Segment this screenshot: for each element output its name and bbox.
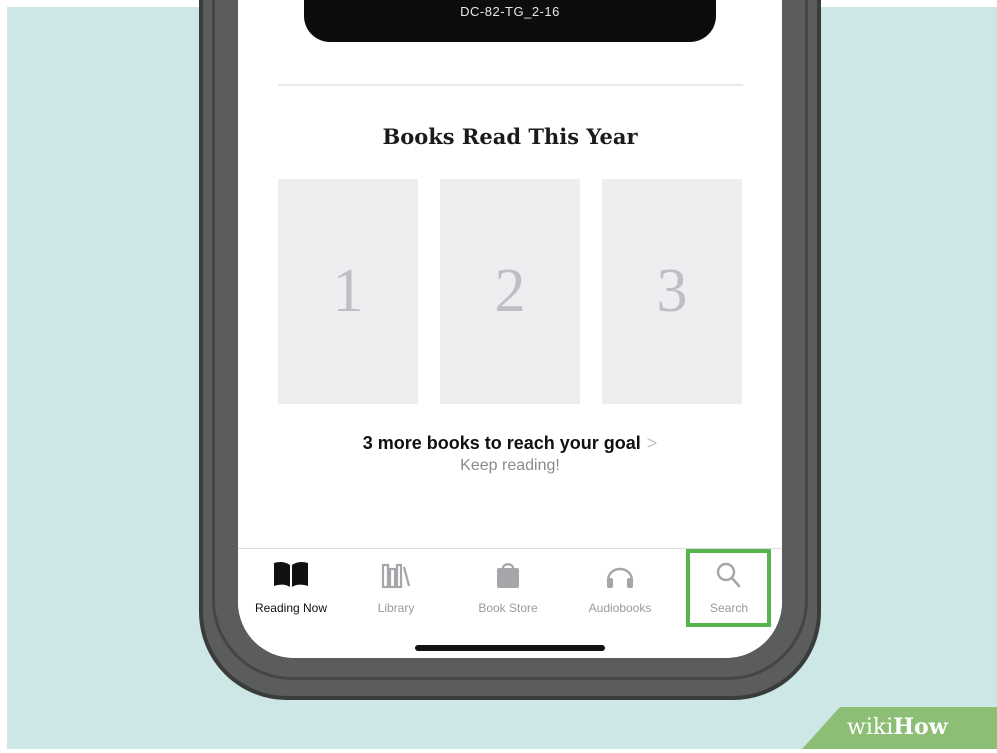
book-slot-3[interactable]: 3 [602,179,742,404]
goal-link[interactable]: 3 more books to reach your goal > [238,433,782,454]
wikihow-watermark: wikiHow [802,707,997,749]
search-tab-highlight [686,549,771,627]
book-slot-number: 1 [332,257,364,325]
tab-label: Audiobooks [588,601,652,615]
shopping-bag-icon [490,559,526,596]
phone-screen: DC-82-TG_2-16 Books Read This Year 1 2 3… [238,0,782,658]
tab-label: Library [377,601,415,615]
book-slot-1[interactable]: 1 [278,179,418,404]
book-slot-number: 2 [494,257,526,325]
tab-reading-now[interactable]: Reading Now [243,549,339,629]
divider [278,84,743,86]
top-card: DC-82-TG_2-16 [304,0,716,42]
goal-count: 3 [362,433,373,453]
goal-subtext: Keep reading! [460,457,560,474]
tab-bar: Reading Now Library Book Store Audiobook… [238,548,782,658]
book-slot-number: 3 [656,257,688,325]
watermark-text-how: How [893,714,948,740]
tab-book-store[interactable]: Book Store [460,549,556,629]
book-open-icon [271,559,311,596]
chevron-right-icon: > [646,433,658,453]
book-slot-2[interactable]: 2 [440,179,580,404]
home-indicator[interactable] [415,645,605,651]
goal-text: more books to reach your goal [377,433,641,453]
section-title: Books Read This Year [382,124,638,149]
headphones-icon [602,559,638,596]
library-icon [378,559,414,596]
watermark-text-wiki: wiki [847,715,894,740]
tab-library[interactable]: Library [348,549,444,629]
tab-label: Book Store [478,601,538,615]
tab-label: Reading Now [254,601,328,615]
top-card-text: DC-82-TG_2-16 [460,4,560,19]
tab-audiobooks[interactable]: Audiobooks [572,549,668,629]
